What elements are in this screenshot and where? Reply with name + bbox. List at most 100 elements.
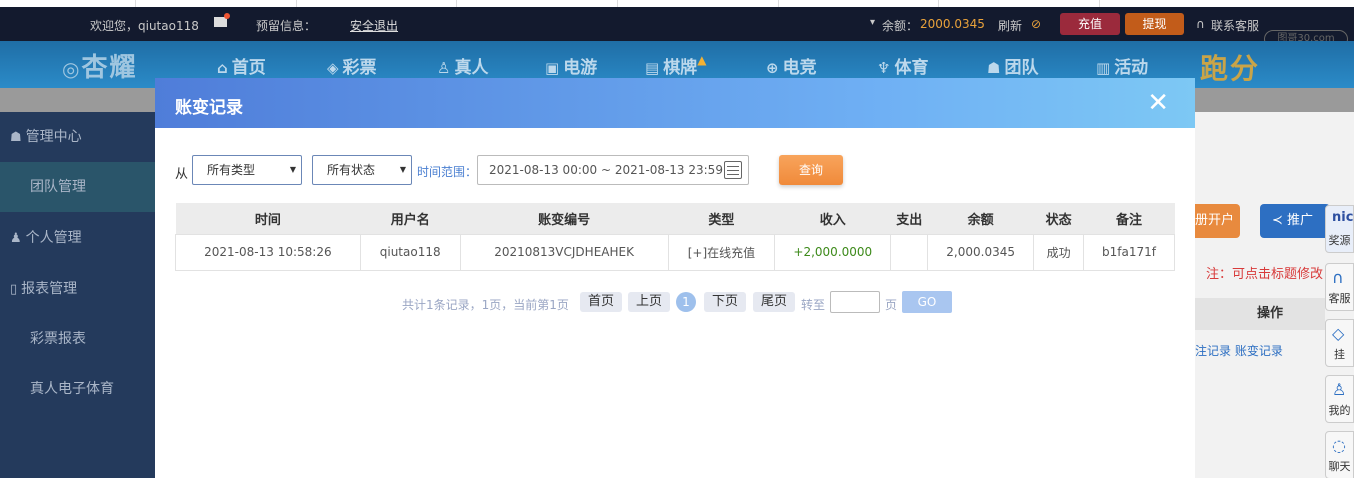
report-icon: ▯ <box>10 282 18 297</box>
close-icon[interactable]: ✕ <box>1147 88 1169 118</box>
col-time: 时间 <box>175 203 361 234</box>
gem-icon: ◇ <box>1332 324 1345 343</box>
next-page-button[interactable]: 下页 <box>704 292 747 312</box>
gift-icon: ▥ <box>1096 59 1111 77</box>
col-remark: 备注 <box>1083 203 1175 234</box>
refresh-link[interactable]: 刷新 <box>998 17 1022 34</box>
col-record-id: 账变编号 <box>460 203 669 234</box>
promo-button[interactable]: ≺ 推广 <box>1260 204 1330 238</box>
nav-activity[interactable]: ▥ 活动 <box>1096 53 1148 78</box>
mail-icon[interactable] <box>214 13 230 27</box>
cell-remark: b1fa171f <box>1083 233 1175 271</box>
sidebar-item-live-sports[interactable]: 真人电子体育 <box>0 364 155 414</box>
cell-time: 2021-08-13 10:58:26 <box>175 233 361 271</box>
home-icon: ⌂ <box>217 59 228 77</box>
floating-toolbar: nic 奖源 ∩ 客服 ◇ 挂 ♙ 我的 ◌ 聊天 <box>1325 205 1354 478</box>
share-icon: ≺ <box>1272 213 1283 228</box>
col-income: 收入 <box>774 203 891 234</box>
sidebar-item-reports[interactable]: ▯ 报表管理 <box>0 264 155 314</box>
col-username: 用户名 <box>360 203 461 234</box>
calendar-icon[interactable] <box>724 161 742 179</box>
sidebar-item-team-management[interactable]: 团队管理 <box>0 162 155 212</box>
nav-chess[interactable]: ▤ 棋牌▲ <box>645 53 706 78</box>
col-status: 状态 <box>1033 203 1084 234</box>
cell-expense <box>890 233 929 271</box>
sidebar-item-management-center[interactable]: ☗ 管理中心 <box>0 112 155 162</box>
sidebar-item-personal-management[interactable]: ♟ 个人管理 <box>0 213 155 263</box>
cell-income: +2,000.0000 <box>774 233 892 271</box>
nav-sports[interactable]: ♆ 体育 <box>877 53 928 78</box>
goto-page-input[interactable] <box>830 291 880 313</box>
nic-icon: nic <box>1332 210 1354 225</box>
diamond-icon: ◈ <box>327 59 339 77</box>
last-page-button[interactable]: 尾页 <box>753 292 796 312</box>
charge-button[interactable]: 充值 <box>1060 13 1120 35</box>
trophy-icon: ♆ <box>877 59 891 77</box>
nav-paofen[interactable]: 跑分 <box>1200 47 1260 87</box>
nav-live[interactable]: ♙ 真人 <box>437 53 488 78</box>
float-reward-source[interactable]: nic 奖源 <box>1325 205 1354 253</box>
page-unit-label: 页 <box>885 298 898 312</box>
cell-status: 成功 <box>1033 233 1085 271</box>
prev-page-button[interactable]: 上页 <box>628 292 671 312</box>
first-page-button[interactable]: 首页 <box>580 292 623 312</box>
status-select[interactable]: 所有状态 <box>312 155 412 185</box>
chat-icon: ◌ <box>1332 436 1346 455</box>
operation-links[interactable]: 注记录 账变记录 <box>1195 342 1283 359</box>
current-page-indicator[interactable]: 1 <box>676 292 696 312</box>
balance-label: 余额： <box>882 19 919 33</box>
slot-icon: ▣ <box>545 59 560 77</box>
col-balance: 余额 <box>927 203 1034 234</box>
pagination-info: 共计1条记录，1页，当前第1页 <box>402 298 569 312</box>
nav-esports[interactable]: ⊕ 电竞 <box>766 53 817 78</box>
operation-column-header: 操作 <box>1195 298 1325 330</box>
user-icon: ♙ <box>1332 380 1347 399</box>
users-icon: ☗ <box>10 130 22 145</box>
headset-icon: ∩ <box>1196 17 1205 31</box>
balance-value: 2000.0345 <box>920 17 985 31</box>
time-range-label: 时间范围： <box>417 165 478 179</box>
float-hang[interactable]: ◇ 挂 <box>1325 319 1354 367</box>
top-bar: 欢迎您，qiutao118 预留信息： 安全退出 ▾ 余额： 2000.0345… <box>0 7 1354 48</box>
reserve-info-label: 预留信息： <box>256 19 317 33</box>
float-mine[interactable]: ♙ 我的 <box>1325 375 1354 423</box>
dialog-header: 账变记录 ✕ <box>155 78 1195 128</box>
table-row: 2021-08-13 10:58:26 qiutao118 20210813VC… <box>175 233 1175 271</box>
chevron-down-icon[interactable]: ▾ <box>870 17 875 28</box>
date-range-input[interactable]: 2021-08-13 00:00 ~ 2021-08-13 23:59 <box>477 155 749 185</box>
withdraw-button[interactable]: 提现 <box>1125 13 1184 35</box>
logout-link[interactable]: 安全退出 <box>350 17 398 34</box>
user-icon: ♟ <box>10 231 22 246</box>
cell-balance: 2,000.0345 <box>927 233 1035 271</box>
team-icon: ☗ <box>987 59 1001 77</box>
float-chat[interactable]: ◌ 聊天 <box>1325 431 1354 478</box>
nav-slots[interactable]: ▣ 电游 <box>545 53 597 78</box>
gamepad-icon: ⊕ <box>766 59 779 77</box>
eye-slash-icon[interactable]: ⊘ <box>1031 17 1041 31</box>
headset-icon: ∩ <box>1332 268 1344 287</box>
col-type: 类型 <box>668 203 775 234</box>
nav-lottery[interactable]: ◈ 彩票 <box>327 53 377 78</box>
cell-record-id: 20210813VCJDHEAHEK <box>459 233 669 271</box>
cell-username: qiutao118 <box>359 233 461 271</box>
welcome-text: 欢迎您，qiutao118 <box>90 19 199 33</box>
transaction-record-dialog: 账变记录 ✕ 从 所有类型 所有状态 时间范围： 2021-08-13 00:0… <box>155 78 1195 478</box>
brand-logo[interactable]: ◎杏耀 <box>62 47 137 84</box>
col-expense: 支出 <box>890 203 928 234</box>
nav-home[interactable]: ⌂ 首页 <box>217 53 266 78</box>
sidebar-item-lottery-report[interactable]: 彩票报表 <box>0 314 155 364</box>
support-link[interactable]: 联系客服 <box>1211 17 1259 34</box>
card-icon: ▤ <box>645 59 660 77</box>
go-button[interactable]: GO <box>902 291 952 313</box>
pagination: 共计1条记录，1页，当前第1页 首页 上页 1 下页 尾页 转至 页 GO <box>155 290 1195 314</box>
flame-icon: ▲ <box>697 53 707 67</box>
table-header-row: 时间 用户名 账变编号 类型 收入 支出 余额 状态 备注 <box>175 203 1175 234</box>
query-button[interactable]: 查询 <box>779 155 843 185</box>
goto-label: 转至 <box>801 298 826 312</box>
float-customer-service[interactable]: ∩ 客服 <box>1325 263 1354 311</box>
type-select[interactable]: 所有类型 <box>192 155 302 185</box>
nav-team[interactable]: ☗ 团队 <box>987 53 1038 78</box>
edit-title-note: 注：可点击标题修改 <box>1206 267 1324 282</box>
open-account-button[interactable]: 册开户 <box>1195 204 1240 238</box>
cell-type: [+]在线充值 <box>667 233 776 271</box>
